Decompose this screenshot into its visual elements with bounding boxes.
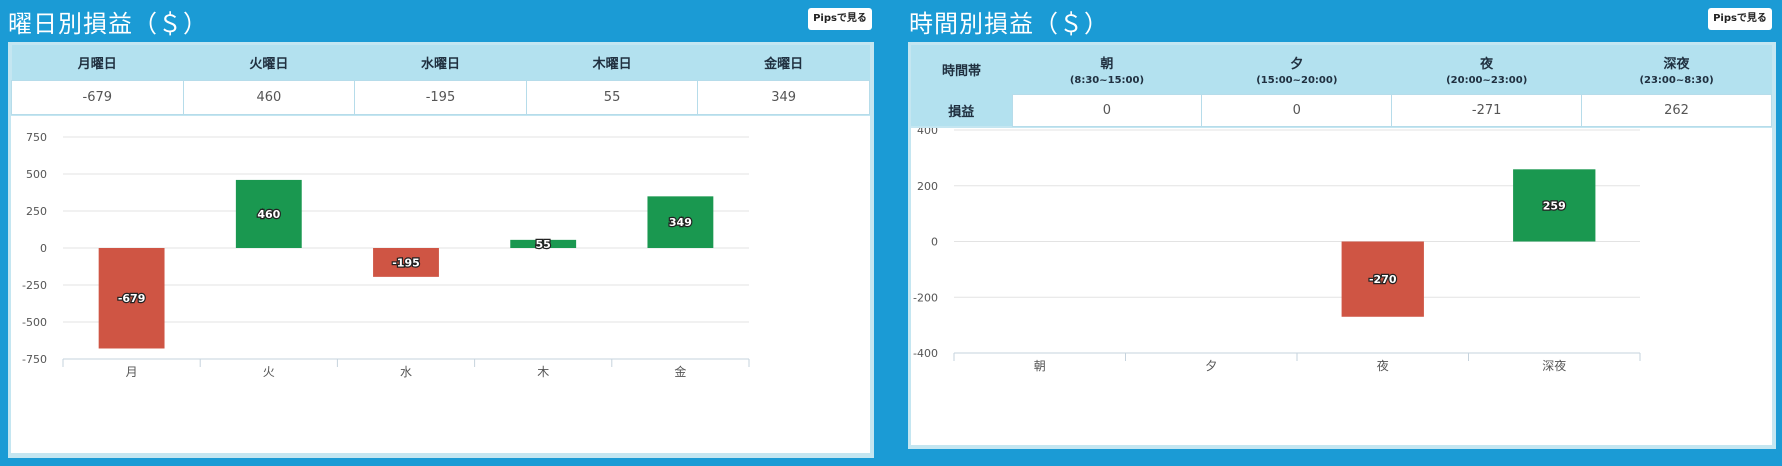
weekday-header-thu: 木曜日 <box>526 45 698 80</box>
weekday-header-fri: 金曜日 <box>697 45 870 80</box>
weekday-chart-data-label: -679 <box>118 292 146 305</box>
hourly-table: 時間帯 朝 (8:30~15:00) 夕 (15:00~20:00) 夜 (20… <box>911 45 1772 127</box>
weekday-value-mon: -679 <box>11 79 184 115</box>
hourly-header-latenight-label: 深夜 <box>1663 56 1690 72</box>
weekday-header-wed: 水曜日 <box>354 45 527 80</box>
hourly-header-latenight-range: (23:00~8:30) <box>1639 74 1714 86</box>
weekday-value-fri: 349 <box>697 79 870 115</box>
hourly-chart-data-label: -270 <box>1369 273 1397 286</box>
weekday-chart-category-label: 木 <box>537 365 549 379</box>
weekday-panel-title: 曜日別損益（＄） <box>8 10 208 38</box>
weekday-header-mon: 月曜日 <box>11 45 184 80</box>
hourly-chart-ytick-label: 400 <box>917 128 938 137</box>
weekday-chart-ytick-label: -500 <box>22 316 47 329</box>
hourly-header-night: 夜 (20:00~23:00) <box>1391 45 1582 94</box>
weekday-chart-category-label: 金 <box>674 364 686 379</box>
hourly-value-morning: 0 <box>1011 93 1203 127</box>
hourly-header-morning-range: (8:30~15:00) <box>1069 74 1145 86</box>
weekday-chart-ytick-label: -750 <box>22 353 47 366</box>
hourly-chart-ytick-label: -200 <box>913 291 938 304</box>
weekday-table: 月曜日 火曜日 水曜日 木曜日 金曜日 -679 460 -195 55 349 <box>11 45 870 115</box>
weekday-header-tue: 火曜日 <box>183 45 355 80</box>
hourly-header-evening-range: (15:00~20:00) <box>1256 74 1338 86</box>
weekday-chart-data-label: -195 <box>392 256 420 269</box>
hourly-header-morning: 朝 (8:30~15:00) <box>1012 45 1202 94</box>
hourly-value-night: -271 <box>1391 93 1583 127</box>
hourly-chart-ytick-label: -400 <box>913 347 938 360</box>
hourly-header-latenight: 深夜 (23:00~8:30) <box>1581 45 1772 94</box>
hourly-pips-button[interactable]: Pipsで見る <box>1708 8 1772 30</box>
hourly-row-header-pnl: 損益 <box>911 94 1012 126</box>
hourly-chart-category-label: 夕 <box>1205 359 1217 373</box>
weekday-value-wed: -195 <box>354 79 527 115</box>
weekday-chart-category-label: 月 <box>126 365 138 379</box>
hourly-header-night-label: 夜 <box>1480 56 1494 72</box>
weekday-value-thu: 55 <box>525 79 699 115</box>
hourly-chart-ytick-label: 200 <box>917 180 938 193</box>
weekday-chart: 750 500 250 0 -250 -500 -750 -679 月 460 火 -195 水 55 木 3… <box>22 131 750 379</box>
hourly-header-evening: 夕 (15:00~20:00) <box>1201 45 1392 94</box>
weekday-pips-button[interactable]: Pipsで見る <box>808 8 872 30</box>
hourly-chart: 400 200 0 -200 -400 朝 夕 -270 夜 259 深夜 <box>913 124 1641 373</box>
hourly-chart-category-label: 朝 <box>1034 359 1046 373</box>
hourly-value-evening: 0 <box>1201 93 1393 127</box>
weekday-chart-ytick-label: 0 <box>40 242 47 255</box>
weekday-chart-data-label: 349 <box>669 216 692 229</box>
hourly-chart-category-label: 深夜 <box>1542 358 1566 373</box>
weekday-chart-ytick-label: 500 <box>26 168 47 181</box>
hourly-panel: 時間別損益（＄） Pipsで見る 時間帯 朝 (8:30~15:00) 夕 (1… <box>900 0 1782 466</box>
weekday-chart-category-label: 火 <box>263 365 275 379</box>
hourly-header-timeslot: 時間帯 <box>911 45 1012 94</box>
hourly-header-evening-label: 夕 <box>1290 56 1304 72</box>
hourly-chart-category-label: 夜 <box>1377 358 1389 373</box>
hourly-header-morning-label: 朝 <box>1100 56 1114 72</box>
hourly-panel-title: 時間別損益（＄） <box>909 10 1109 38</box>
weekday-chart-ytick-label: 750 <box>26 131 47 144</box>
hourly-chart-data-label: 259 <box>1543 199 1566 212</box>
hourly-chart-area: 400 200 0 -200 -400 朝 夕 -270 夜 259 深夜 <box>911 124 1772 445</box>
hourly-chart-ytick-label: 0 <box>931 236 938 249</box>
hourly-header-night-range: (20:00~23:00) <box>1446 74 1528 86</box>
weekday-chart-ytick-label: -250 <box>22 279 47 292</box>
weekday-chart-data-label: 460 <box>257 208 280 221</box>
hourly-value-latenight: 262 <box>1581 93 1772 127</box>
weekday-value-tue: 460 <box>182 79 356 115</box>
weekday-chart-ytick-label: 250 <box>26 205 47 218</box>
weekday-panel: 曜日別損益（＄） Pipsで見る 月曜日 火曜日 水曜日 木曜日 金曜日 -67… <box>0 0 880 466</box>
weekday-chart-category-label: 水 <box>400 365 412 379</box>
weekday-chart-data-label: 55 <box>536 238 551 251</box>
weekday-chart-area: 750 500 250 0 -250 -500 -750 -679 月 460 火 -195 水 55 木 3… <box>11 116 870 453</box>
